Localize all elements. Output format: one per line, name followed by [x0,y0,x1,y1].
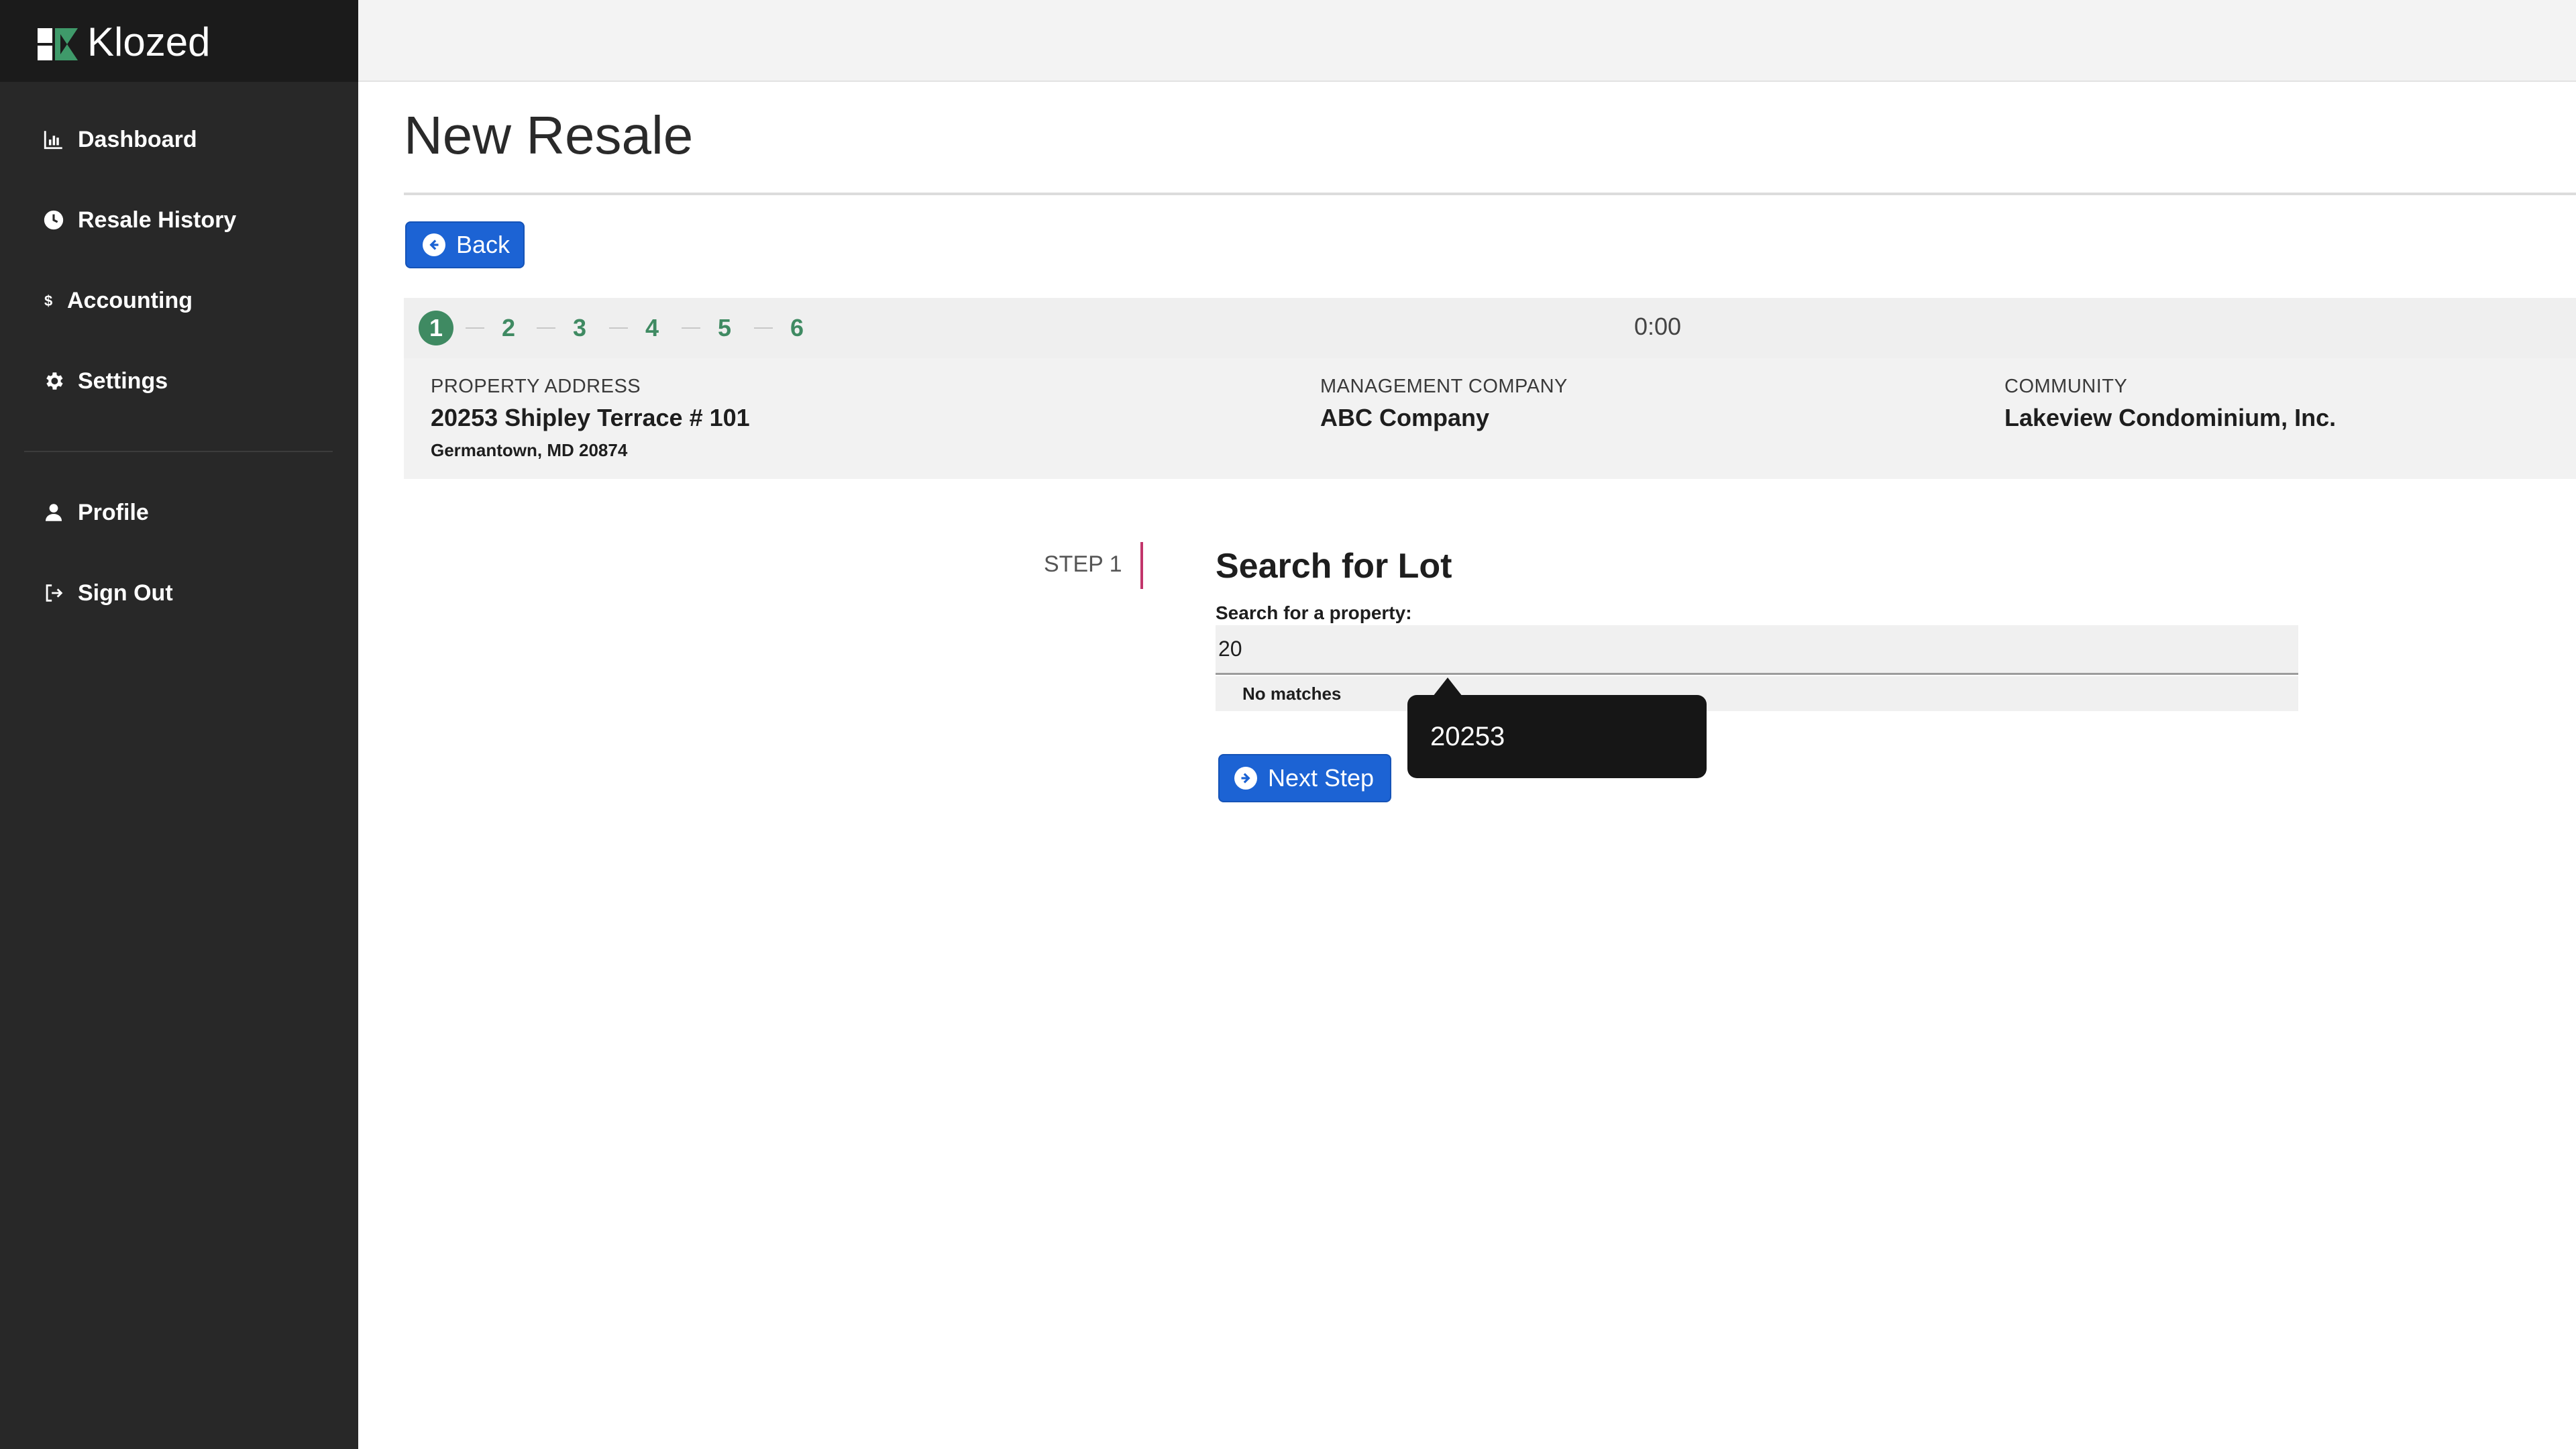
brand-name: Klozed [87,19,211,64]
klozed-logo-icon [38,28,78,60]
step-6[interactable]: 6 [789,313,805,343]
no-matches-message: No matches [1216,676,2298,711]
step-progress: 1 2 3 4 5 6 [404,298,2576,358]
next-step-label: Next Step [1268,764,1375,792]
arrow-right-circle-icon [1234,767,1257,790]
sidebar-divider [24,451,333,452]
community-name: Lakeview Condominium, Inc. [2004,404,2337,431]
property-city-line: Germantown, MD 20874 [431,440,628,460]
step-5[interactable]: 5 [716,313,733,343]
tooltip-arrow [1433,678,1462,696]
sidebar-item-accounting[interactable]: $ Accounting [42,280,193,321]
app-root: Klozed Dashboard Resale History $ Accoun… [0,0,2576,1449]
step-separator [537,327,555,329]
chart-bar-icon [42,127,66,152]
property-search-input[interactable] [1216,625,2298,675]
elapsed-timer: 0:00 [1634,313,1682,340]
autocomplete-tooltip[interactable]: 20253 [1407,695,1707,778]
sidebar-item-label: Profile [78,499,149,525]
svg-text:$: $ [44,292,52,309]
sidebar-item-sign-out[interactable]: Sign Out [42,573,173,613]
gear-icon [42,369,66,393]
step-separator [466,327,484,329]
step-separator [682,327,700,329]
brand-bar: Klozed [0,0,358,82]
sidebar-item-label: Sign Out [78,580,173,606]
management-company-label: MANAGEMENT COMPANY [1320,376,1568,397]
step-separator [609,327,628,329]
step-number-label: STEP 1 [1044,551,1122,577]
sidebar-item-label: Accounting [67,287,193,313]
step-separator [754,327,773,329]
step-4[interactable]: 4 [644,313,660,343]
sidebar-item-label: Dashboard [78,126,197,152]
search-field-label: Search for a property: [1216,602,1412,623]
sidebar-item-label: Resale History [78,207,237,233]
back-button[interactable]: Back [405,221,525,268]
clock-icon [42,208,66,232]
step-accent-bar [1140,542,1143,589]
step-3[interactable]: 3 [572,313,588,343]
dollar-icon: $ [42,288,58,313]
sidebar-item-label: Settings [78,368,168,394]
community-label: COMMUNITY [2004,376,2128,397]
user-icon [42,500,66,525]
sidebar: Klozed Dashboard Resale History $ Accoun… [0,0,358,1449]
step-2[interactable]: 2 [500,313,517,343]
sidebar-item-profile[interactable]: Profile [42,492,149,533]
next-step-button[interactable]: Next Step [1218,754,1391,802]
top-bar [358,0,2576,82]
sidebar-item-dashboard[interactable]: Dashboard [42,119,197,160]
sidebar-item-resale-history[interactable]: Resale History [42,200,236,240]
sign-out-icon [42,581,66,605]
property-address-label: PROPERTY ADDRESS [431,376,641,397]
back-button-label: Back [456,231,511,258]
sidebar-item-settings[interactable]: Settings [42,361,168,401]
section-title: Search for Lot [1216,547,1452,586]
arrow-left-circle-icon [423,233,445,256]
step-1[interactable]: 1 [419,311,453,345]
management-company: ABC Company [1320,404,1490,431]
title-divider [404,193,2576,195]
property-address: 20253 Shipley Terrace # 101 [431,404,750,431]
page-title: New Resale [404,105,694,165]
